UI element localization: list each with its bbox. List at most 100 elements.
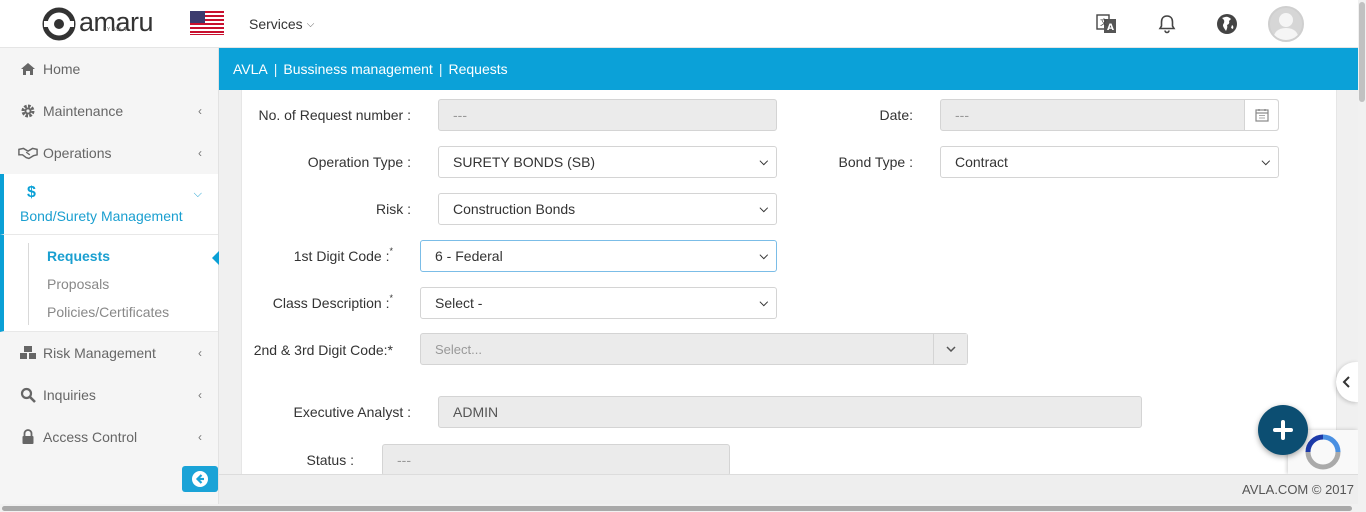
sidebar-item-label: Operations — [43, 145, 112, 161]
chevron-left-icon: ‹ — [198, 388, 202, 402]
first-digit-code-value: 6 - Federal — [435, 248, 503, 264]
search-icon — [18, 387, 38, 403]
dollar-icon: $ — [27, 184, 36, 201]
bell-icon[interactable] — [1155, 12, 1179, 36]
chevron-left-icon: ‹ — [198, 104, 202, 118]
risk-select[interactable]: Construction Bonds ⌵ — [438, 193, 777, 225]
top-bar: amaru BY AVLA Services ⌵ 文 A — [0, 0, 1358, 48]
breadcrumb-separator: | — [273, 61, 278, 77]
second-third-digit-code-select[interactable]: Select... — [420, 333, 968, 365]
risk-label: Risk : — [376, 201, 411, 217]
translate-icon[interactable]: 文 A — [1095, 12, 1119, 36]
breadcrumb-item[interactable]: Bussiness management — [283, 61, 432, 77]
gear-icon — [18, 103, 38, 119]
sidebar-item-operations[interactable]: Operations ‹ — [0, 132, 218, 174]
logo-mark-icon — [42, 7, 76, 41]
services-menu[interactable]: Services ⌵ — [249, 16, 314, 32]
status-value: --- — [397, 452, 411, 468]
sidebar-item-risk-management[interactable]: Risk Management ‹ — [0, 332, 218, 374]
us-flag-icon[interactable] — [190, 11, 224, 35]
sidebar-item-bond-surety[interactable]: $ Bond/Surety Management ⌵ — [0, 174, 218, 234]
cubes-icon — [18, 345, 38, 361]
lock-icon — [18, 429, 38, 445]
chevron-down-icon: ⌵ — [193, 188, 202, 200]
sidebar-item-home[interactable]: Home — [0, 48, 218, 90]
chevron-left-icon: ‹ — [198, 346, 202, 360]
first-digit-code-select[interactable]: 6 - Federal ⌵ — [420, 240, 777, 272]
amaru-logo[interactable]: amaru — [42, 7, 154, 41]
horizontal-scrollbar[interactable] — [0, 504, 1358, 512]
sidebar: Home Maintenance ‹ Operations ‹ $ Bond/S… — [0, 48, 219, 504]
chevron-left-icon: ‹ — [198, 146, 202, 160]
second-third-digit-code-placeholder: Select... — [435, 341, 482, 357]
scrollbar-thumb[interactable] — [1359, 2, 1365, 102]
bond-type-label: Bond Type : — [838, 154, 913, 170]
services-label: Services — [249, 16, 303, 32]
vertical-scrollbar[interactable] — [1358, 0, 1366, 512]
active-caret-icon — [212, 251, 219, 265]
operation-type-value: SURETY BONDS (SB) — [453, 154, 596, 170]
submenu-line — [28, 243, 29, 325]
date-value: --- — [955, 107, 969, 123]
chevron-left-icon — [1342, 376, 1350, 388]
class-description-value: Select - — [435, 295, 483, 311]
executive-analyst-value: ADMIN — [453, 404, 499, 420]
avatar[interactable] — [1268, 6, 1304, 42]
submenu-item-proposals[interactable]: Proposals — [47, 276, 109, 292]
request-number-field: --- — [438, 99, 777, 131]
sidebar-item-label: Home — [43, 61, 81, 77]
chevron-down-icon: ⌵ — [759, 202, 768, 215]
globe-icon[interactable] — [1215, 12, 1239, 36]
sidebar-item-label: Bond/Surety Management — [20, 208, 183, 224]
sidebar-item-maintenance[interactable]: Maintenance ‹ — [0, 90, 218, 132]
sidebar-item-access-control[interactable]: Access Control ‹ — [0, 416, 218, 458]
chevron-down-icon: ⌵ — [306, 18, 315, 30]
date-label: Date: — [879, 107, 913, 123]
recaptcha-icon — [1305, 434, 1341, 470]
risk-value: Construction Bonds — [453, 201, 576, 217]
logo-subtext: BY AVLA — [103, 27, 127, 33]
chevron-down-icon: ⌵ — [759, 155, 768, 168]
chevron-down-icon[interactable] — [933, 334, 967, 364]
home-icon — [18, 61, 38, 77]
status-label: Status : — [306, 452, 354, 468]
breadcrumb-item[interactable]: AVLA — [233, 61, 268, 77]
date-field[interactable]: --- — [940, 99, 1279, 131]
chevron-down-icon: ⌵ — [1261, 155, 1270, 168]
class-description-select[interactable]: Select - ⌵ — [420, 287, 777, 319]
request-number-label: No. of Request number : — [258, 107, 411, 123]
bond-surety-submenu: Requests Proposals Policies/Certificates — [0, 234, 219, 332]
plus-icon — [1273, 420, 1293, 440]
executive-analyst-label: Executive Analyst : — [293, 404, 411, 420]
calendar-icon[interactable] — [1244, 100, 1278, 130]
bond-type-select[interactable]: Contract ⌵ — [940, 146, 1279, 178]
svg-text:A: A — [1107, 23, 1114, 33]
handshake-icon — [18, 145, 38, 161]
bond-type-value: Contract — [955, 154, 1008, 170]
operation-type-select[interactable]: SURETY BONDS (SB) ⌵ — [438, 146, 777, 178]
sidebar-item-label: Access Control — [43, 429, 138, 445]
breadcrumb-separator: | — [438, 61, 443, 77]
chevron-down-icon: ⌵ — [759, 296, 768, 309]
first-digit-code-label: 1st Digit Code :* — [293, 246, 393, 264]
main-content: No. of Request number : --- Date: --- Op… — [219, 90, 1358, 476]
executive-analyst-field: ADMIN — [438, 396, 1142, 428]
sidebar-item-label: Inquiries — [43, 387, 96, 403]
sidebar-item-inquiries[interactable]: Inquiries ‹ — [0, 374, 218, 416]
class-description-label: Class Description :* — [272, 293, 393, 311]
footer: AVLA.COM © 2017 — [219, 474, 1358, 504]
collapse-sidebar-button[interactable] — [182, 466, 218, 492]
breadcrumb: AVLA | Bussiness management | Requests — [219, 48, 1358, 90]
sidebar-item-label: Risk Management — [43, 345, 156, 361]
operation-type-label: Operation Type : — [307, 154, 411, 170]
sidebar-item-label: Maintenance — [43, 103, 124, 119]
chevron-down-icon: ⌵ — [759, 249, 768, 262]
submenu-item-requests[interactable]: Requests — [47, 248, 110, 264]
add-button[interactable] — [1258, 405, 1308, 455]
chevron-left-icon: ‹ — [198, 430, 202, 444]
scrollbar-thumb[interactable] — [2, 506, 1352, 511]
submenu-item-policies-certificates[interactable]: Policies/Certificates — [47, 304, 169, 320]
request-form-panel: No. of Request number : --- Date: --- Op… — [241, 90, 1337, 476]
breadcrumb-item: Requests — [448, 61, 508, 77]
status-field: --- — [382, 444, 730, 476]
